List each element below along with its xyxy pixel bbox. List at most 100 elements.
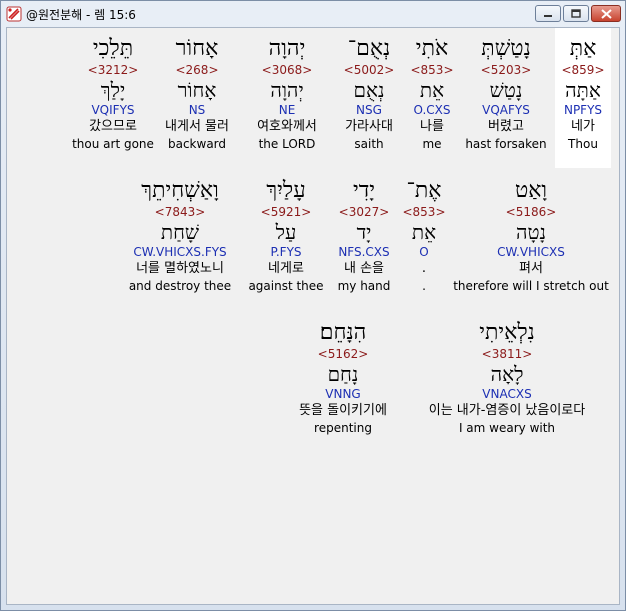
morph-code: O.CXS [413, 103, 451, 117]
word-1-7-selected[interactable]: אַתְּ <859> אַתָּה NPFYS 네가 Thou [555, 28, 611, 168]
word-3-2[interactable]: נִלְאֵיתִי <3811> לָאָה VNACXS 이는 내가-염증이… [405, 320, 609, 436]
title-bar[interactable]: @원전분해 - 렘 15:6 [1, 1, 625, 27]
lemma-text: לָאָה [490, 362, 524, 386]
morph-code: VQAFYS [482, 103, 530, 117]
lemma-text: יָד [356, 220, 372, 244]
english-gloss: me [422, 137, 442, 151]
word-1-1[interactable]: תֵּלֵכִי <3212> יָלַךְ VQIFYS 갔으므로 thou … [67, 36, 159, 152]
word-1-6[interactable]: נָטַשְׁתְּ <5203> נָטַשׁ VQAFYS 버렸고 hast… [463, 36, 549, 152]
english-gloss: repenting [314, 421, 372, 435]
hebrew-text: הִנָּחֵם׃ [319, 320, 367, 345]
hebrew-text: וָאַט [514, 178, 548, 203]
english-gloss: hast forsaken [465, 137, 547, 151]
morph-code: NSG [356, 103, 382, 117]
app-window: @원전분해 - 렘 15:6 תֵּלֵכִי <3212> יָלַךְ VQ… [0, 0, 626, 611]
english-gloss: backward [167, 137, 227, 151]
lemma-text: יָלַךְ [100, 78, 126, 102]
word-2-2[interactable]: עָלַיִךְ <5921> עַל P.FYS 네게로 against th… [245, 178, 327, 294]
english-gloss: . [422, 279, 426, 293]
maximize-button[interactable] [563, 5, 589, 22]
korean-gloss: 버렸고 [488, 119, 524, 134]
word-2-3[interactable]: יָדִי <3027> יָד NFS.CXS 내 손을 my hand [333, 178, 395, 294]
morph-code: VQIFYS [91, 103, 135, 117]
korean-gloss: 내게서 물러 [165, 119, 229, 134]
morph-code: P.FYS [270, 245, 302, 259]
strong-number: <3068> [261, 63, 313, 77]
strong-number: <268> [175, 63, 219, 77]
hebrew-text: אֹתִי [415, 36, 449, 61]
app-icon [6, 6, 22, 22]
korean-gloss: 뜻을 돌이키기에 [299, 403, 387, 418]
hebrew-text: יְהוָה [268, 36, 306, 61]
korean-gloss: 갔으므로 [89, 119, 137, 134]
word-1-3[interactable]: יְהוָה <3068> יְהוָה NE 여호와께서 the LORD [247, 36, 327, 152]
strong-number: <5921> [260, 205, 312, 219]
maximize-icon [571, 9, 581, 18]
minimize-icon [544, 14, 552, 17]
korean-gloss: 가라사대 [345, 119, 393, 134]
lemma-text: נָטָה [515, 220, 547, 244]
english-gloss: thou art gone [72, 137, 154, 151]
english-gloss: the LORD [258, 137, 316, 151]
hebrew-text: תֵּלֵכִי [92, 36, 134, 61]
word-2-4[interactable]: אֶת־ <853> אֵת O . . [397, 178, 451, 294]
lemma-text: נְאֻם [353, 78, 385, 102]
english-gloss: Thou [568, 137, 598, 151]
strong-number: <5186> [505, 205, 557, 219]
strong-number: <853> [410, 63, 454, 77]
lemma-text: עַל [275, 220, 297, 244]
word-1-4[interactable]: נְאֻם־ <5002> נְאֻם NSG 가라사대 saith [333, 36, 405, 152]
window-title: @원전분해 - 렘 15:6 [26, 7, 136, 22]
korean-gloss: 네가 [571, 119, 595, 134]
morph-code: VNACXS [482, 387, 532, 401]
lemma-text: שָׁחַת [160, 220, 200, 244]
korean-gloss: 펴서 [519, 261, 543, 276]
morph-code: CW.VHICXS.FYS [133, 245, 227, 259]
morph-code: NS [188, 103, 206, 117]
close-button[interactable] [591, 5, 621, 22]
english-gloss: I am weary with [458, 421, 556, 435]
strong-number: <3027> [338, 205, 390, 219]
korean-gloss: 너를 멸하였노니 [136, 261, 224, 276]
lemma-text: אָחוֹר [177, 78, 217, 102]
korean-gloss: 내 손을 [343, 261, 384, 276]
word-1-5[interactable]: אֹתִי <853> אֵת O.CXS 나를 me [405, 36, 459, 152]
hebrew-text: עָלַיִךְ [266, 178, 306, 203]
lemma-text: יְהוָה [270, 78, 304, 102]
hebrew-text: אֶת־ [406, 178, 442, 203]
lemma-text: נָחַם [327, 362, 359, 386]
english-gloss: against thee [248, 279, 324, 293]
morph-code: CW.VHICXS [497, 245, 565, 259]
korean-gloss: . [421, 261, 427, 276]
hebrew-text: נְאֻם־ [347, 36, 391, 61]
strong-number: <3212> [87, 63, 139, 77]
strong-number: <5203> [480, 63, 532, 77]
minimize-button[interactable] [535, 5, 561, 22]
hebrew-text: נָטַשְׁתְּ [481, 36, 531, 61]
word-2-1[interactable]: וָאַשְׁחִיתֵךְ <7843> שָׁחַת CW.VHICXS.F… [125, 178, 235, 294]
english-gloss: my hand [337, 279, 391, 293]
english-gloss: and destroy thee [128, 279, 232, 293]
morph-code: NE [278, 103, 296, 117]
lemma-text: נָטַשׁ [489, 78, 523, 102]
word-2-5[interactable]: וָאַט <5186> נָטָה CW.VHICXS 펴서 therefor… [453, 178, 609, 294]
hebrew-text: וָאַשְׁחִיתֵךְ [141, 178, 219, 203]
word-3-1[interactable]: הִנָּחֵם׃ <5162> נָחַם VNNG 뜻을 돌이키기에 rep… [285, 320, 401, 436]
strong-number: <859> [561, 63, 605, 77]
korean-gloss: 네게로 [268, 261, 304, 276]
strong-number: <3811> [481, 347, 533, 361]
close-icon [600, 8, 612, 19]
strong-number: <853> [402, 205, 446, 219]
lemma-text: אֵת [411, 220, 437, 244]
morph-code: VNNG [325, 387, 361, 401]
english-gloss: therefore will I stretch out [453, 279, 609, 293]
interlinear-panel[interactable]: תֵּלֵכִי <3212> יָלַךְ VQIFYS 갔으므로 thou … [6, 27, 620, 605]
strong-number: <5002> [343, 63, 395, 77]
word-1-2[interactable]: אָחוֹר <268> אָחוֹר NS 내게서 물러 backward [155, 36, 239, 152]
korean-gloss: 여호와께서 [257, 119, 317, 134]
english-gloss: saith [354, 137, 384, 151]
lemma-text: אֵת [419, 78, 445, 102]
hebrew-text: נִלְאֵיתִי [479, 320, 535, 345]
hebrew-text: אָחוֹר [175, 36, 219, 61]
morph-code: NFS.CXS [338, 245, 390, 259]
